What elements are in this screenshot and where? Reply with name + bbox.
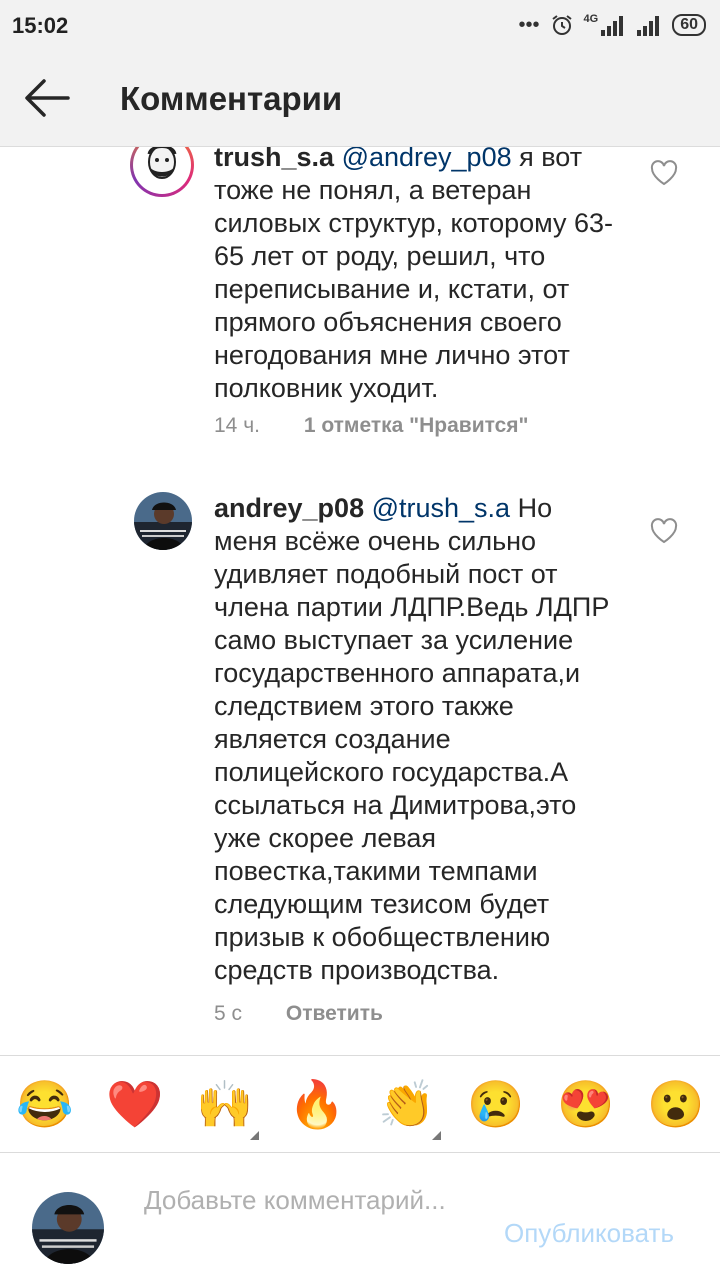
like-heart-icon[interactable]	[650, 518, 678, 544]
emoji-tears-of-joy-button[interactable]: 😂	[13, 1072, 77, 1136]
emoji-heart-eyes-button[interactable]: 😍	[554, 1072, 618, 1136]
comment-body: Но меня всёже очень сильно удивляет подо…	[214, 493, 610, 985]
likes-count-link[interactable]: 1 отметка "Нравится"	[304, 414, 529, 437]
story-ring[interactable]	[130, 147, 194, 197]
signal-icon	[601, 16, 624, 36]
status-bar: 15:02 ••• 4G 60	[0, 0, 720, 50]
emoji-fire-button[interactable]: 🔥	[285, 1072, 349, 1136]
comment-time: 5 с	[214, 1002, 243, 1025]
comment-meta: 14 ч. 1 отметка "Нравится"	[214, 414, 529, 438]
app-bar: Комментарии	[0, 50, 720, 147]
emoji-heart-button[interactable]: ❤️	[103, 1072, 167, 1136]
more-dots-icon: •••	[518, 13, 540, 36]
comment-username[interactable]: andrey_p08	[214, 493, 364, 523]
avatar[interactable]	[134, 492, 192, 550]
comment-mention[interactable]: @andrey_p08	[342, 147, 512, 172]
emoji-raised-hands-button[interactable]: 🙌	[193, 1072, 257, 1136]
alarm-icon	[551, 15, 572, 35]
skin-tone-indicator-icon	[250, 1131, 259, 1140]
status-time: 15:02	[12, 13, 69, 38]
emoji-crying-button[interactable]: 😢	[464, 1072, 528, 1136]
comment-text: andrey_p08 @trush_s.a Но меня всёже очен…	[214, 492, 614, 987]
signal-icon-2	[637, 16, 660, 36]
emoji-quick-bar: 😂 ❤️ 🙌 🔥 👏 😢 😍 😮	[0, 1055, 720, 1153]
emoji-surprised-button[interactable]: 😮	[644, 1072, 708, 1136]
comment-input[interactable]: Добавьте комментарий...	[144, 1184, 474, 1216]
avatar	[136, 147, 188, 191]
battery-icon: 60	[672, 14, 706, 36]
my-avatar	[32, 1192, 104, 1264]
network-type-label: 4G	[583, 13, 599, 25]
comment-meta: 5 с Ответить	[214, 1002, 383, 1026]
reply-button[interactable]: Ответить	[286, 1002, 383, 1025]
comments-list: trush_s.a @andrey_p08 я вот тоже не поня…	[0, 147, 720, 1054]
comment-username[interactable]: trush_s.a	[214, 147, 334, 172]
publish-button[interactable]: Опубликовать	[504, 1218, 674, 1249]
status-icons: ••• 4G 60	[518, 10, 706, 40]
comment-composer: Добавьте комментарий... Опубликовать	[0, 1152, 720, 1280]
avatar-photo	[32, 1192, 104, 1264]
page-title: Комментарии	[120, 80, 343, 117]
comment-time: 14 ч.	[214, 414, 260, 437]
comment-mention[interactable]: @trush_s.a	[372, 493, 510, 523]
skin-tone-indicator-icon	[432, 1131, 441, 1140]
back-arrow-icon[interactable]	[22, 76, 72, 120]
emoji-clap-button[interactable]: 👏	[375, 1072, 439, 1136]
comment-body: я вот тоже не понял, а ветеран силовых с…	[214, 147, 614, 403]
like-heart-icon[interactable]	[650, 160, 678, 186]
avatar-photo	[134, 492, 192, 550]
comment-text: trush_s.a @andrey_p08 я вот тоже не поня…	[214, 147, 614, 405]
